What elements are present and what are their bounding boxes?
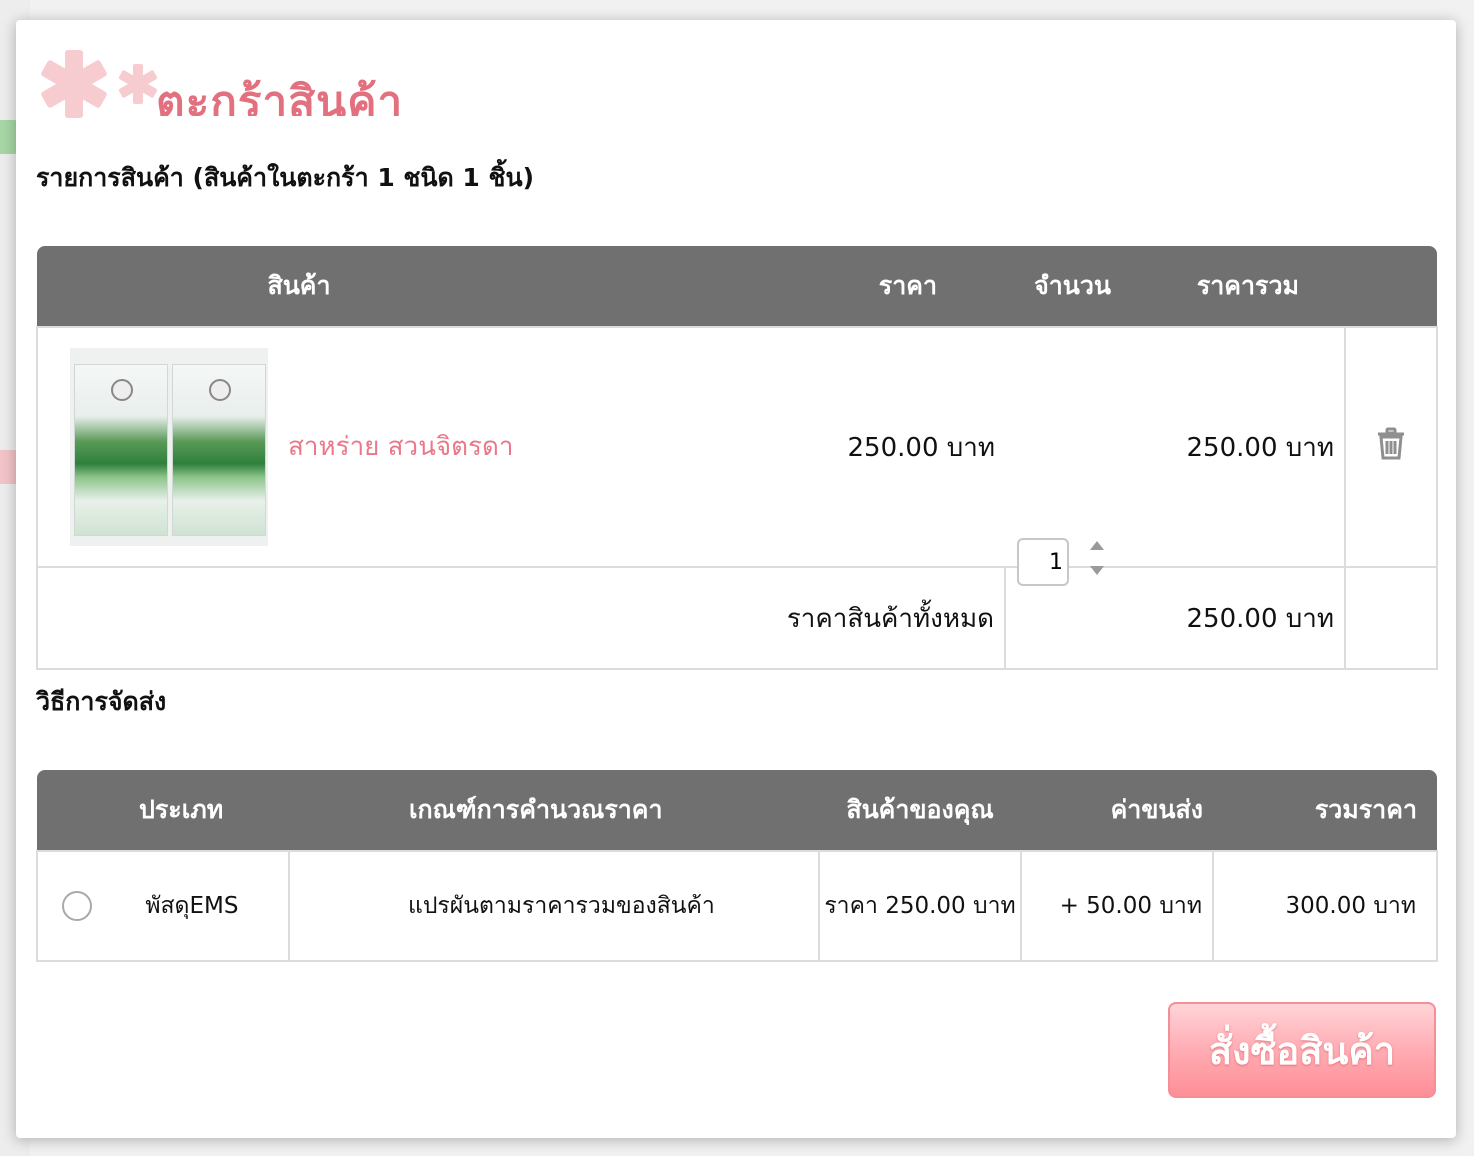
modal-title: ตะกร้าสินค้า <box>156 77 404 116</box>
header-ship-type: ประเภท <box>37 770 289 851</box>
product-subtotal: 250.00 บาท <box>1135 326 1346 568</box>
header-price: ราคา <box>591 246 1005 327</box>
ship-fee: + 50.00 บาท <box>1020 850 1214 962</box>
quantity-cell <box>1005 326 1135 586</box>
header-ship-criteria: เกณฑ์การคำนวณราคา <box>289 770 819 851</box>
cart-total-row: ราคาสินค้าทั้งหมด 250.00 บาท <box>36 566 1438 670</box>
ship-total: 300.00 บาท <box>1212 850 1438 962</box>
header-quantity: จำนวน <box>1005 246 1135 327</box>
shipping-option-row: พัสดุEMS แปรผันตามราคารวมของสินค้า ราคา … <box>36 850 1438 962</box>
cart-summary: รายการสินค้า (สินค้าในตะกร้า 1 ชนิด 1 ชิ… <box>36 163 535 192</box>
shipping-radio[interactable] <box>62 891 92 921</box>
cart-header-row: สินค้า ราคา จำนวน ราคารวม <box>37 246 1437 327</box>
cart-item-row: สาหร่าย สวนจิตรดา 250.00 บาท 250.00 บาท <box>36 326 1438 586</box>
product-box-image <box>172 364 266 536</box>
trash-icon[interactable] <box>1376 427 1406 461</box>
shipping-title: วิธีการจัดส่ง <box>36 687 167 716</box>
spin-down-icon[interactable] <box>1090 566 1104 575</box>
logo-stars-icon <box>41 50 158 118</box>
ship-type-label: พัสดุEMS <box>145 893 239 919</box>
header-actions <box>1345 246 1437 327</box>
spirulina-product-image[interactable] <box>70 348 268 546</box>
order-button[interactable]: สั่งซื้อสินค้า <box>1168 1002 1436 1098</box>
cart-total-empty <box>1344 566 1438 670</box>
ship-criteria: แปรผันตามราคารวมของสินค้า <box>288 850 820 962</box>
quantity-input[interactable] <box>1017 538 1069 586</box>
shipping-header-row: ประเภท เกณฑ์การคำนวณราคา สินค้าของคุณ ค่… <box>37 770 1437 851</box>
product-name-link[interactable]: สาหร่าย สวนจิตรดา <box>288 426 513 467</box>
ship-your-items: ราคา 250.00 บาท <box>818 850 1022 962</box>
cart-total-label: ราคาสินค้าทั้งหมด <box>36 566 1006 670</box>
header-subtotal: ราคารวม <box>1135 246 1345 327</box>
header-product: สินค้า <box>37 246 591 327</box>
header-ship-fee: ค่าขนส่ง <box>1021 770 1213 851</box>
product-box-image <box>74 364 168 536</box>
cart-table: สินค้า ราคา จำนวน ราคารวม สาหร่าย สวนจิต… <box>36 246 1438 670</box>
ship-type-cell: พัสดุEMS <box>36 850 290 962</box>
cart-modal: ตะกร้าสินค้า รายการสินค้า (สินค้าในตะกร้… <box>16 20 1456 1138</box>
product-price: 250.00 บาท <box>591 326 1005 568</box>
header-ship-total: รวมราคา <box>1213 770 1437 851</box>
shipping-table: ประเภท เกณฑ์การคำนวณราคา สินค้าของคุณ ค่… <box>36 770 1438 962</box>
header-ship-your-items: สินค้าของคุณ <box>819 770 1021 851</box>
product-cell: สาหร่าย สวนจิตรดา <box>36 326 591 568</box>
spin-up-icon[interactable] <box>1090 541 1104 550</box>
quantity-spinner[interactable] <box>1089 541 1105 575</box>
delete-cell <box>1344 326 1438 568</box>
